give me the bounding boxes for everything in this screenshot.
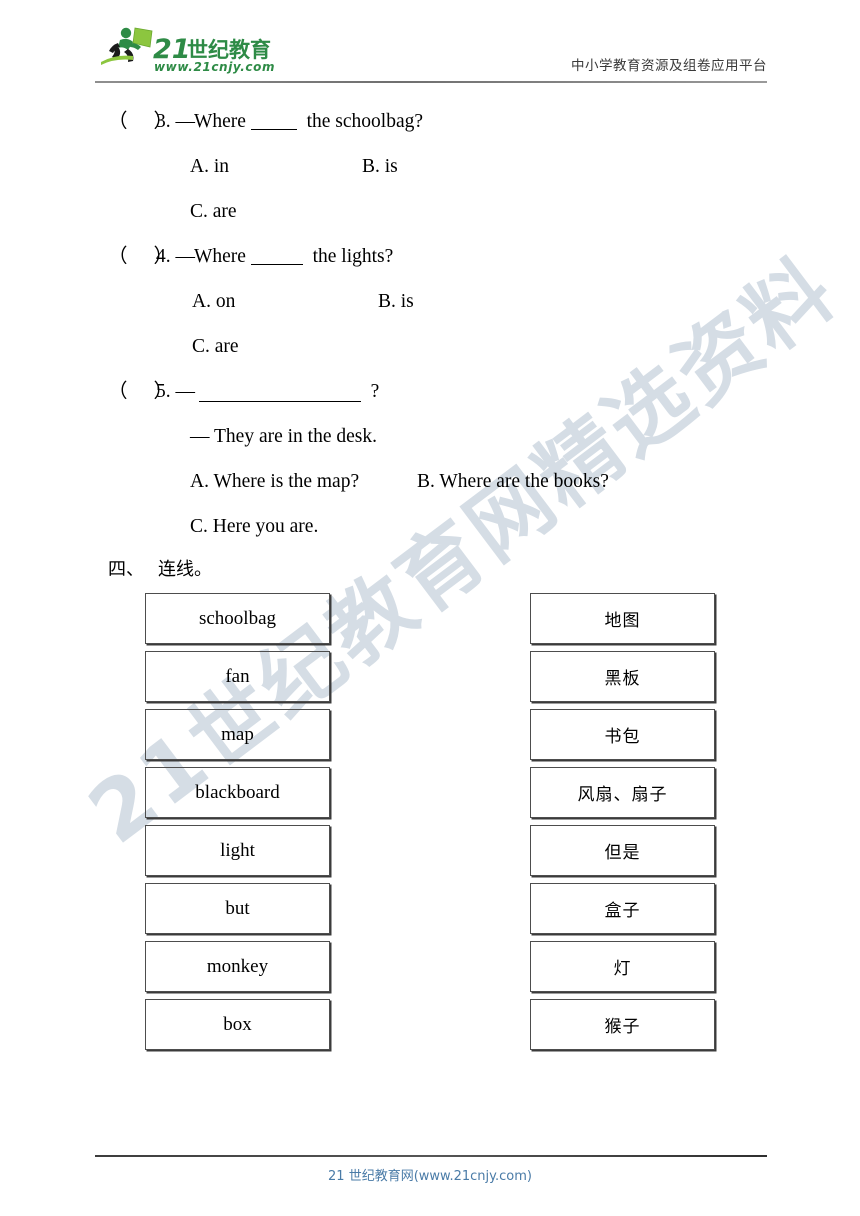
brand-logo-icon: 21 世纪教育 www.21cnjy.com — [95, 24, 287, 76]
question-4-text-before: Where — [194, 246, 246, 267]
page-header: 21 世纪教育 www.21cnjy.com 中小学教育资源及组卷应用平台 — [95, 24, 767, 82]
answer-bracket-4[interactable]: （） — [108, 247, 173, 267]
question-4-stem: （）4. —Where the lights? — [108, 247, 393, 267]
match-item-left[interactable]: map — [145, 709, 330, 760]
question-3-option-a[interactable]: A. in — [190, 157, 229, 177]
match-item-right[interactable]: 猴子 — [530, 999, 715, 1050]
question-4-number: 4. — [156, 246, 171, 267]
match-label: fan — [225, 665, 250, 687]
match-label: 猴子 — [604, 1017, 641, 1037]
match-label: light — [220, 839, 255, 861]
match-label: 盒子 — [604, 901, 641, 921]
question-3-option-b[interactable]: B. is — [362, 157, 398, 177]
match-item-right[interactable]: 风扇、扇子 — [530, 767, 715, 818]
question-3-number: 3. — [156, 111, 171, 132]
match-label: 书包 — [604, 727, 641, 747]
match-label: blackboard — [195, 781, 280, 803]
question-3-text-before: Where — [194, 111, 246, 132]
em-dash: — — [175, 246, 195, 267]
match-item-left[interactable]: box — [145, 999, 330, 1050]
question-4-option-b[interactable]: B. is — [378, 292, 414, 312]
footer-divider — [95, 1155, 767, 1157]
svg-text:www.21cnjy.com: www.21cnjy.com — [154, 60, 275, 74]
watermark-layer: 21世纪教育网精选资料 — [0, 0, 860, 1216]
match-label: 地图 — [604, 611, 641, 631]
question-5-option-c[interactable]: C. Here you are. — [190, 517, 318, 537]
question-5-answer-line: — They are in the desk. — [190, 426, 378, 447]
question-5-number: 5. — [156, 381, 171, 402]
em-dash: — — [175, 111, 195, 132]
section-four-index: 四、 — [108, 559, 144, 580]
match-item-left[interactable]: blackboard — [145, 767, 330, 818]
fill-blank-3[interactable] — [250, 129, 297, 130]
match-item-right[interactable]: 盒子 — [530, 883, 715, 934]
match-label: 风扇、扇子 — [577, 785, 668, 805]
matching-right-column: 地图 黑板 书包 风扇、扇子 但是 盒子 灯 猴子 — [530, 593, 715, 1057]
question-5-option-b[interactable]: B. Where are the books? — [417, 472, 609, 492]
question-4-option-a[interactable]: A. on — [192, 292, 235, 312]
match-label: map — [221, 723, 254, 745]
question-5-stem: （）5. — ? — [108, 382, 379, 402]
match-item-right[interactable]: 灯 — [530, 941, 715, 992]
match-item-right[interactable]: 书包 — [530, 709, 715, 760]
question-3-text-after: the schoolbag? — [306, 111, 424, 132]
answer-bracket-3[interactable]: （） — [108, 112, 173, 132]
section-four-heading: 四、 连线。 — [108, 561, 212, 579]
question-5-option-a[interactable]: A. Where is the map? — [190, 472, 359, 492]
header-divider — [95, 81, 767, 83]
question-3-stem: （）3. —Where the schoolbag? — [108, 112, 423, 132]
question-5-text-after: ? — [370, 381, 380, 402]
match-label: 灯 — [613, 959, 632, 979]
matching-left-column: schoolbag fan map blackboard light but m… — [145, 593, 330, 1057]
match-item-right[interactable]: 地图 — [530, 593, 715, 644]
match-item-left[interactable]: monkey — [145, 941, 330, 992]
match-label: but — [225, 897, 250, 919]
match-label: box — [223, 1013, 252, 1035]
question-3-option-c[interactable]: C. are — [190, 202, 237, 222]
match-item-left[interactable]: schoolbag — [145, 593, 330, 644]
header-tagline: 中小学教育资源及组卷应用平台 — [571, 58, 767, 74]
footer-credit: 21 世纪教育网(www.21cnjy.com) — [328, 1169, 532, 1184]
answer-bracket-5[interactable]: （） — [108, 382, 173, 402]
match-label: 但是 — [604, 843, 641, 863]
worksheet-page: 21世纪教育网精选资料 21 世纪教育 www.21cnjy.com 中小学教育… — [0, 0, 860, 1216]
match-item-left[interactable]: fan — [145, 651, 330, 702]
match-item-right[interactable]: 黑板 — [530, 651, 715, 702]
fill-blank-4[interactable] — [250, 264, 303, 265]
match-item-right[interactable]: 但是 — [530, 825, 715, 876]
match-item-left[interactable]: light — [145, 825, 330, 876]
em-dash: — — [175, 381, 195, 402]
section-four-title: 连线。 — [158, 559, 212, 580]
match-label: 黑板 — [604, 669, 641, 689]
match-label: monkey — [206, 955, 269, 977]
match-item-left[interactable]: but — [145, 883, 330, 934]
fill-blank-5[interactable] — [198, 401, 361, 402]
question-4-option-c[interactable]: C. are — [192, 337, 239, 357]
question-4-text-after: the lights? — [312, 246, 394, 267]
match-label: schoolbag — [198, 607, 277, 629]
svg-text:世纪教育: 世纪教育 — [187, 38, 271, 62]
